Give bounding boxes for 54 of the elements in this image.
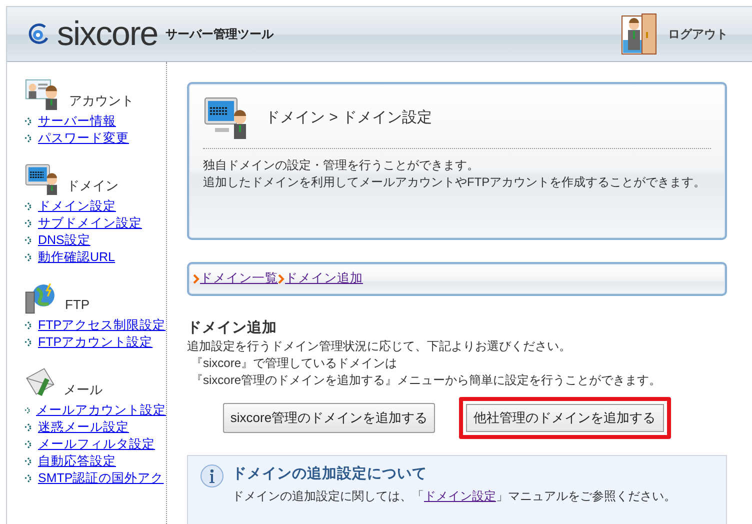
body-text: 『sixcore管理のドメインを追加する』メニューから簡単に設定を行うことができます。	[190, 372, 662, 389]
sidebar-link[interactable]: 自動応答設定	[38, 453, 116, 470]
arrow-bullet-icon	[25, 219, 34, 228]
page-title: ドメイン > ドメイン設定	[265, 108, 432, 128]
sidebar-link[interactable]: メールフィルタ設定	[38, 436, 155, 453]
arrow-bullet-icon	[25, 423, 34, 432]
arrow-bullet-icon	[25, 338, 34, 347]
add-domain-button[interactable]: 他社管理のドメインを追加する	[458, 396, 671, 439]
sidebar-link[interactable]: FTPアクセス制限設定	[38, 317, 166, 334]
sidebar-link[interactable]: メールアカウント設定	[36, 402, 166, 419]
body-text: 『sixcore』で管理しているドメインは	[190, 355, 398, 372]
arrow-bullet-icon	[25, 134, 34, 143]
section-heading: ドメイン追加	[187, 318, 278, 338]
section-title: メール	[63, 380, 102, 399]
envelope-pencil-icon	[25, 367, 56, 399]
sidebar-link[interactable]: DNS設定	[38, 232, 90, 249]
sidebar-link[interactable]: サブドメイン設定	[38, 215, 142, 232]
info-icon	[200, 464, 224, 488]
logo-text: sixcore	[57, 17, 158, 51]
breadcrumb-link[interactable]: ドメイン追加	[285, 270, 363, 288]
sidebar-link[interactable]: パスワード変更	[38, 130, 129, 147]
logout-link[interactable]: ログアウト	[668, 26, 728, 42]
globe-server-icon	[25, 282, 57, 314]
section-title: アカウント	[68, 92, 134, 110]
arrow-bullet-icon	[25, 406, 32, 415]
section-title: ドメイン	[66, 176, 119, 195]
logo-subtitle: サーバー管理ツール	[166, 26, 274, 42]
info-title: ドメインの追加設定について	[232, 464, 428, 484]
arrow-bullet-icon	[25, 457, 34, 466]
arrow-bullet-icon	[25, 321, 34, 330]
chevron-icon	[278, 274, 285, 284]
sidebar-link[interactable]: 動作確認URL	[38, 249, 116, 266]
section-title: FTP	[65, 296, 90, 314]
description-text: 独自ドメインの設定・管理を行うことができます。	[203, 157, 480, 174]
sidebar-link[interactable]: SMTP認証の国外アク	[38, 470, 164, 487]
body-text: 追加設定を行うドメイン管理状況に応じて、下記よりお選びください。	[187, 338, 572, 356]
info-text: ドメインの追加設定に関しては、「ドメイン設定」マニュアルをご参照ください。	[232, 488, 676, 505]
breadcrumb-link[interactable]: ドメイン一覧	[200, 270, 278, 288]
logo-icon	[27, 23, 49, 45]
description-text: 追加したドメインを利用してメールアカウントやFTPアカウントを作成することができます。	[203, 174, 707, 191]
arrow-bullet-icon	[25, 236, 34, 245]
sidebar-link[interactable]: FTPアカウント設定	[38, 334, 153, 351]
arrow-bullet-icon	[25, 440, 34, 449]
chevron-icon	[193, 274, 200, 284]
sidebar-link[interactable]: 迷惑メール設定	[38, 419, 129, 436]
monitor-person-icon	[25, 163, 59, 195]
arrow-bullet-icon	[25, 253, 34, 262]
arrow-bullet-icon	[25, 202, 34, 211]
add-domain-button[interactable]: sixcore管理のドメインを追加する	[223, 402, 435, 433]
manual-link[interactable]: ドメイン設定	[424, 489, 496, 504]
arrow-bullet-icon	[25, 117, 34, 126]
sidebar-link[interactable]: ドメイン設定	[38, 198, 116, 215]
sidebar-link[interactable]: サーバー情報	[38, 113, 116, 130]
arrow-bullet-icon	[25, 474, 34, 483]
